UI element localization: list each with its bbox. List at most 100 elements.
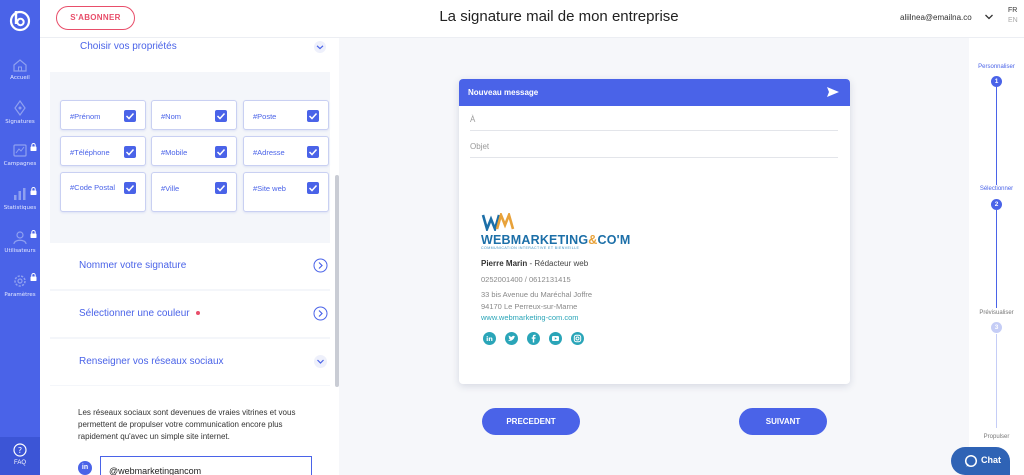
lock-icon: [30, 187, 37, 195]
youtube-icon[interactable]: [549, 332, 562, 345]
section-title-text: Sélectionner une couleur: [79, 308, 190, 319]
property-chip-code-postal[interactable]: #Code Postal: [60, 172, 146, 212]
instagram-icon[interactable]: [571, 332, 584, 345]
sidebar-item-utilisateurs[interactable]: Utilisateurs: [0, 230, 40, 270]
subject-field[interactable]: Objet: [470, 133, 838, 158]
check-icon: [216, 184, 226, 192]
chevron-right-icon[interactable]: [313, 258, 328, 273]
facebook-icon[interactable]: [527, 332, 540, 345]
checkbox-checked[interactable]: [307, 110, 319, 122]
sidebar-item-campagnes[interactable]: Campagnes: [0, 143, 40, 183]
linkedin-icon[interactable]: in: [483, 332, 496, 345]
chip-label: #Poste: [253, 112, 277, 121]
checkbox-checked[interactable]: [124, 110, 136, 122]
check-icon: [308, 184, 318, 192]
property-chip-site-web[interactable]: #Site web: [243, 172, 329, 212]
signature-name: Pierre Marin - Rédacteur web: [481, 259, 588, 268]
linkedin-input[interactable]: [100, 456, 312, 475]
composer-title: Nouveau message: [468, 88, 539, 97]
sidebar-item-parametres[interactable]: Paramètres: [0, 273, 40, 313]
gear-icon: [14, 275, 26, 287]
required-dot: [195, 311, 200, 316]
home-icon: [13, 59, 27, 72]
check-icon: [125, 184, 135, 192]
next-button[interactable]: SUIVANT: [739, 408, 827, 435]
chip-label: #Mobile: [161, 148, 188, 157]
twitter-icon[interactable]: [505, 332, 518, 345]
chevron-down-icon[interactable]: [984, 12, 994, 22]
checkbox-checked[interactable]: [215, 110, 227, 122]
page-title: La signature mail de mon entreprise: [439, 8, 679, 25]
composer-header: Nouveau message: [459, 79, 850, 106]
check-icon: [216, 112, 226, 120]
checkbox-checked[interactable]: [215, 182, 227, 194]
to-field[interactable]: À: [470, 106, 838, 131]
chat-button[interactable]: Chat: [951, 447, 1010, 475]
company-name: WEBMARKETING&CO'M: [481, 233, 630, 247]
property-chip-adresse[interactable]: #Adresse: [243, 136, 329, 166]
section-title: Renseigner vos réseaux sociaux: [79, 356, 224, 367]
lang-en[interactable]: EN: [1008, 17, 1018, 24]
app-logo-icon[interactable]: [8, 8, 32, 32]
app-root: Accueil Signatures Campagnes Statistique…: [0, 0, 1024, 475]
sidebar-item-label: Paramètres: [4, 292, 36, 298]
sidebar-item-accueil[interactable]: Accueil: [0, 58, 40, 98]
check-icon: [125, 148, 135, 156]
subscribe-button[interactable]: S'ABONNER: [56, 6, 135, 30]
svg-text:?: ?: [18, 446, 22, 455]
properties-title[interactable]: Choisir vos propriétés: [80, 41, 177, 52]
step-connector: [996, 87, 997, 185]
signature-website[interactable]: www.webmarketing-com.com: [481, 313, 579, 322]
sidebar-item-faq[interactable]: ? FAQ: [0, 437, 40, 475]
property-chip-telephone[interactable]: #Téléphone: [60, 136, 146, 166]
section-select-color[interactable]: Sélectionner une couleur: [50, 291, 330, 337]
step-number[interactable]: 1: [991, 76, 1002, 87]
checkbox-checked[interactable]: [307, 146, 319, 158]
brand-amp: &: [588, 233, 598, 247]
sidebar-item-label: Utilisateurs: [4, 248, 36, 254]
chevron-down-icon[interactable]: [313, 354, 328, 369]
chevron-right-icon[interactable]: [313, 306, 328, 321]
chip-label: #Prénom: [70, 112, 101, 121]
checkbox-checked[interactable]: [215, 146, 227, 158]
checkbox-checked[interactable]: [124, 182, 136, 194]
section-title: Nommer votre signature: [79, 260, 187, 271]
chip-label: #Adresse: [253, 148, 285, 157]
user-email[interactable]: aliilnea@emailna.co: [900, 13, 972, 22]
step-label: Prévisualiser: [979, 310, 1014, 316]
checkbox-checked[interactable]: [124, 146, 136, 158]
chevron-down-icon[interactable]: [313, 40, 327, 54]
checkbox-checked[interactable]: [307, 182, 319, 194]
step-label: Sélectionner: [979, 186, 1014, 192]
sidebar-item-signatures[interactable]: Signatures: [0, 100, 40, 140]
signature-address-1: 33 bis Avenue du Maréchal Joffre: [481, 290, 593, 299]
section-social-networks[interactable]: Renseigner vos réseaux sociaux: [50, 339, 330, 385]
top-header: S'ABONNER La signature mail de mon entre…: [40, 0, 1024, 38]
sidebar: Accueil Signatures Campagnes Statistique…: [0, 0, 40, 475]
property-chip-mobile[interactable]: #Mobile: [151, 136, 237, 166]
property-chip-nom[interactable]: #Nom: [151, 100, 237, 130]
brand-end: CO'M: [597, 233, 631, 247]
previous-button[interactable]: PRECEDENT: [482, 408, 580, 435]
section-name-signature[interactable]: Nommer votre signature: [50, 243, 330, 289]
property-chip-poste[interactable]: #Poste: [243, 100, 329, 130]
section-title: Sélectionner une couleur: [79, 308, 200, 319]
chip-label: #Nom: [161, 112, 182, 121]
check-icon: [308, 148, 318, 156]
send-icon[interactable]: [826, 85, 840, 99]
pen-icon: [14, 100, 26, 116]
campaign-icon: [13, 144, 27, 157]
help-icon: ?: [13, 443, 27, 457]
sidebar-item-label: Campagnes: [3, 161, 37, 167]
sidebar-item-statistiques[interactable]: Statistiques: [0, 187, 40, 227]
lang-fr[interactable]: FR: [1008, 7, 1017, 14]
chip-label: #Ville: [161, 184, 180, 193]
property-chip-prenom[interactable]: #Prénom: [60, 100, 146, 130]
check-icon: [308, 112, 318, 120]
step-number[interactable]: 3: [991, 322, 1002, 333]
stats-icon: [14, 188, 26, 200]
sidebar-item-label: Statistiques: [3, 205, 37, 211]
property-chip-ville[interactable]: #Ville: [151, 172, 237, 212]
check-icon: [216, 148, 226, 156]
step-number[interactable]: 2: [991, 199, 1002, 210]
